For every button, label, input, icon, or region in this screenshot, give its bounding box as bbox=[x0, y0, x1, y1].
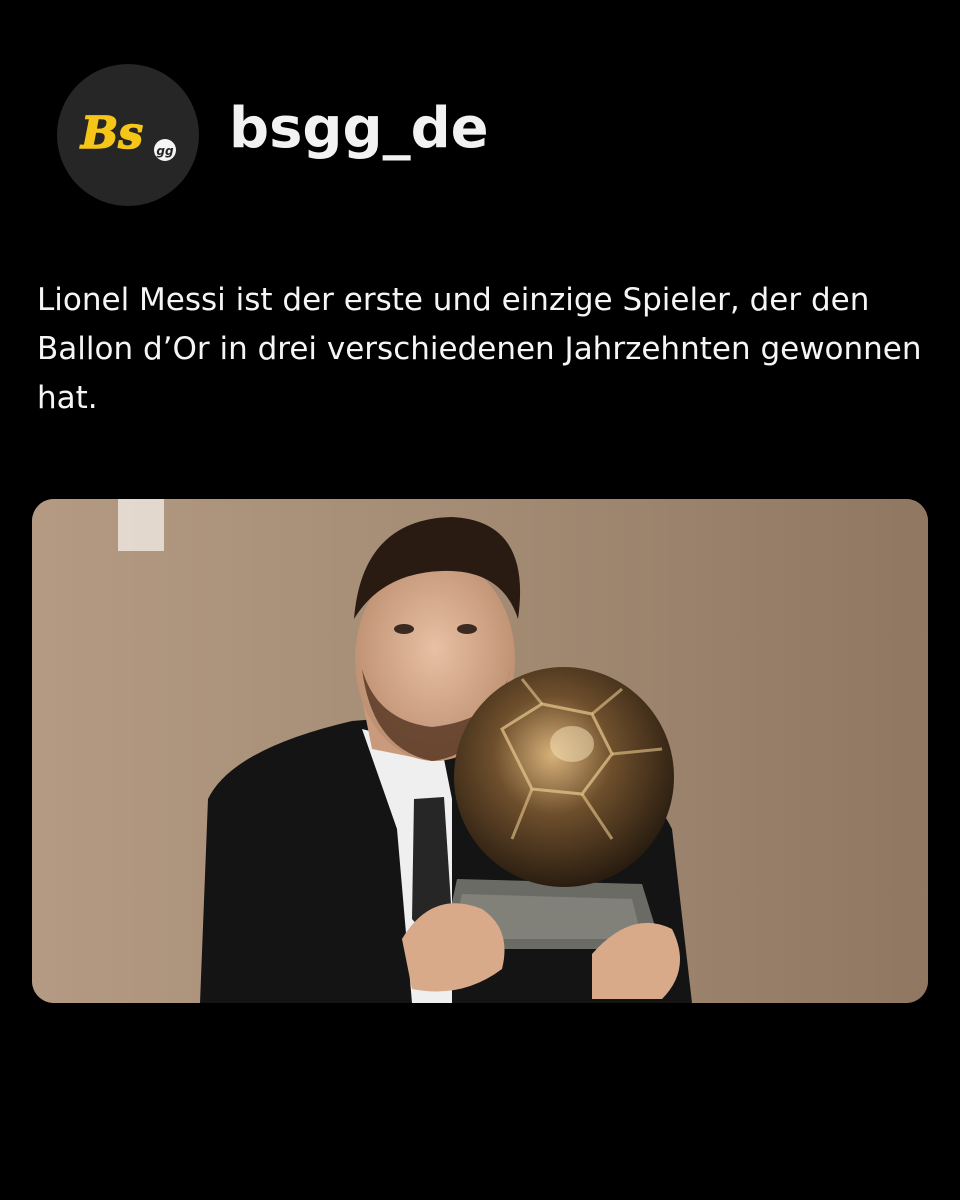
photo-icon bbox=[32, 499, 928, 1003]
avatar[interactable]: Bs gg bbox=[57, 64, 199, 206]
post-image bbox=[32, 499, 928, 1003]
post-header: Bs gg bsgg_de bbox=[57, 64, 489, 206]
post-caption: Lionel Messi ist der erste und einzige S… bbox=[37, 282, 922, 416]
logo-subtext: gg bbox=[156, 144, 174, 158]
bsgg-logo-icon: Bs gg bbox=[79, 107, 176, 161]
username[interactable]: bsgg_de bbox=[229, 101, 489, 157]
logo-text: Bs bbox=[79, 108, 143, 159]
